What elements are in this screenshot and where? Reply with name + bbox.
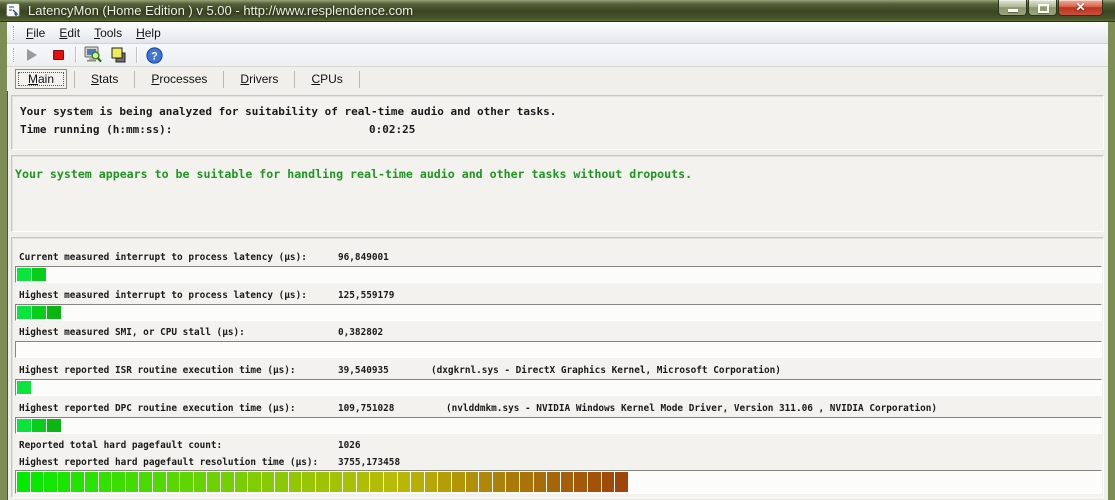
- help-button[interactable]: ?: [143, 46, 165, 65]
- toolbar-separator: [75, 47, 76, 63]
- analyze-icon: [84, 46, 102, 63]
- close-button[interactable]: ✕: [1058, 0, 1103, 16]
- stat-label: Current measured interrupt to process la…: [19, 252, 307, 263]
- app-icon: [6, 3, 20, 17]
- svg-text:?: ?: [151, 50, 158, 62]
- stat-value: 3755,173458: [338, 457, 401, 468]
- stat-value: 109,751028: [338, 403, 395, 414]
- analyze-system-button[interactable]: [82, 46, 104, 65]
- tab-separator: [223, 70, 225, 88]
- stat-label: Reported total hard pagefault count:: [19, 440, 223, 451]
- menu-file[interactable]: File: [19, 24, 52, 42]
- tab-separator: [358, 70, 360, 88]
- highest-latency-bar: [15, 304, 1102, 321]
- stat-value: 1026: [338, 440, 361, 451]
- close-icon: ✕: [1075, 0, 1086, 14]
- stat-label: Highest reported ISR routine execution t…: [19, 365, 296, 376]
- stat-value: 39,540935: [338, 365, 389, 376]
- toolbar: ?: [7, 44, 1108, 67]
- tab-processes[interactable]: Processes: [142, 70, 216, 88]
- stat-driver-info: (nvlddmkm.sys - NVIDIA Windows Kernel Mo…: [446, 403, 938, 414]
- stat-label: Highest measured interrupt to process la…: [19, 290, 307, 301]
- maximize-button[interactable]: [1028, 0, 1057, 16]
- tab-cpus[interactable]: CPUs: [302, 70, 351, 88]
- analysis-panel: Your system is being analyzed for suitab…: [11, 95, 1104, 150]
- stat-value: 0,382802: [338, 327, 384, 338]
- tab-row: Main Stats Processes Drivers CPUs: [7, 67, 1108, 91]
- stats-panel: Current measured interrupt to process la…: [11, 237, 1104, 498]
- verdict-panel: Your system appears to be suitable for h…: [11, 155, 1104, 232]
- menu-tools[interactable]: Tools: [87, 24, 129, 42]
- stat-value: 125,559179: [338, 290, 395, 301]
- toolbar-separator: [136, 47, 137, 63]
- analysis-status-text: Your system is being analyzed for suitab…: [20, 105, 557, 118]
- stop-icon: [52, 50, 64, 60]
- minimize-button[interactable]: [998, 0, 1027, 16]
- start-monitor-button[interactable]: [21, 46, 43, 65]
- tab-main[interactable]: Main: [15, 69, 68, 89]
- client-area: File Edit Tools Help ? Main Stats Proces…: [7, 22, 1108, 500]
- dpc-time-bar: [15, 417, 1102, 434]
- windows-icon: [111, 47, 126, 62]
- menu-help[interactable]: Help: [129, 24, 168, 42]
- tab-separator: [294, 70, 296, 88]
- current-latency-bar: [15, 266, 1102, 283]
- menu-bar: File Edit Tools Help: [7, 22, 1108, 44]
- tab-stats[interactable]: Stats: [82, 70, 127, 88]
- toolbar-gripper: [11, 25, 14, 40]
- help-icon: ?: [145, 46, 163, 64]
- window-title: LatencyMon (Home Edition ) v 5.00 - http…: [28, 3, 414, 18]
- title-bar: LatencyMon (Home Edition ) v 5.00 - http…: [0, 0, 1115, 22]
- toolbar-gripper: [11, 48, 14, 62]
- pagefault-resolution-bar: [15, 470, 1102, 494]
- stat-driver-info: (dxgkrnl.sys - DirectX Graphics Kernel, …: [431, 365, 781, 376]
- verdict-text: Your system appears to be suitable for h…: [15, 167, 693, 181]
- show-windows-button[interactable]: [108, 46, 130, 65]
- stat-label: Highest measured SMI, or CPU stall (µs):: [19, 327, 245, 338]
- isr-time-bar: [15, 379, 1102, 396]
- stat-label: Highest reported hard pagefault resoluti…: [19, 457, 319, 468]
- smi-stall-bar: [15, 341, 1102, 358]
- app-window: LatencyMon (Home Edition ) v 5.00 - http…: [0, 0, 1115, 500]
- minimize-icon: [1008, 9, 1018, 12]
- menu-edit[interactable]: Edit: [52, 24, 87, 42]
- maximize-icon: [1038, 4, 1049, 13]
- tab-drivers[interactable]: Drivers: [231, 70, 287, 88]
- time-running-value: 0:02:25: [369, 123, 416, 136]
- stop-monitor-button[interactable]: [47, 46, 69, 65]
- play-icon: [27, 49, 37, 61]
- tab-separator: [74, 70, 76, 88]
- stat-value: 96,849001: [338, 252, 389, 263]
- tab-separator: [134, 70, 136, 88]
- time-running-label: Time running (h:mm:ss):: [20, 123, 173, 136]
- stat-label: Highest reported DPC routine execution t…: [19, 403, 296, 414]
